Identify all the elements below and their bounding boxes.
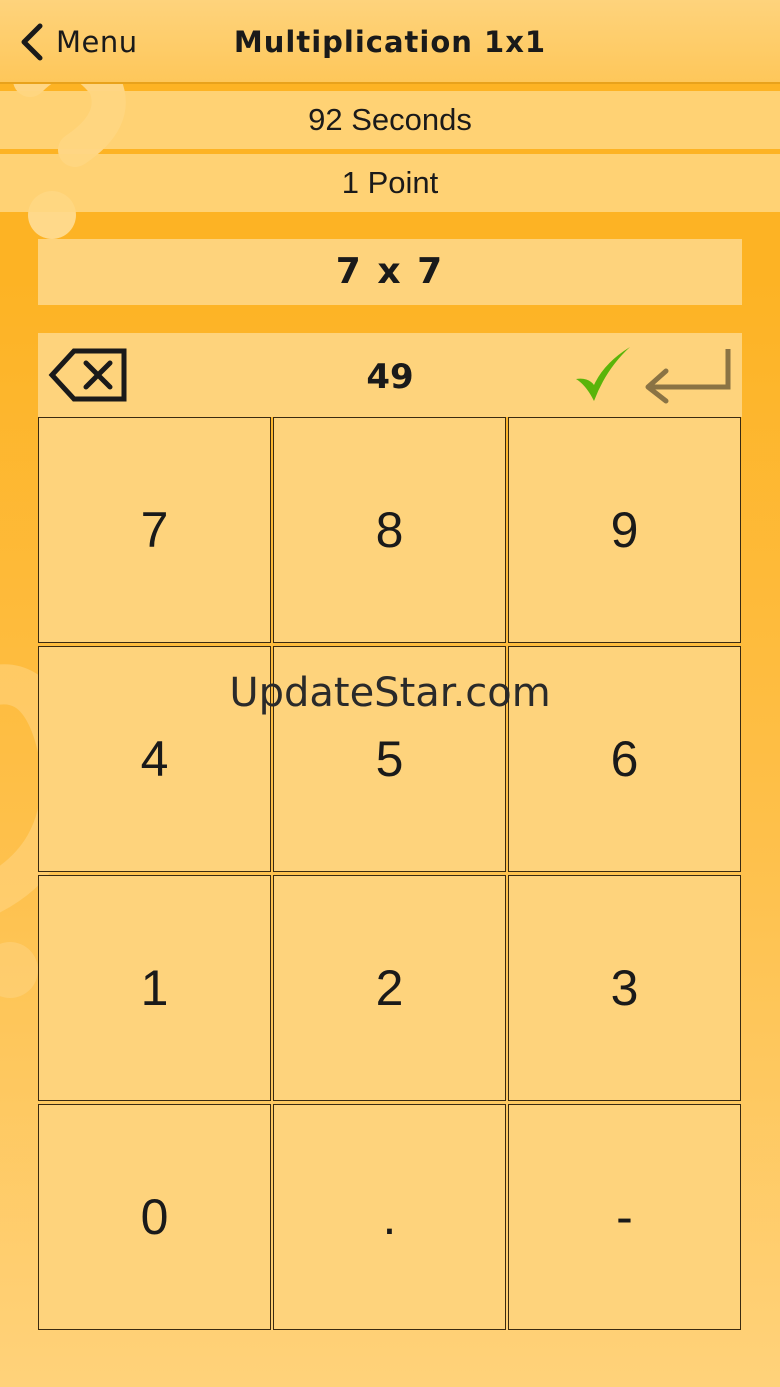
answer-bar: 49 [38, 333, 742, 417]
back-button-label: Menu [56, 25, 138, 59]
enter-return-icon[interactable] [638, 345, 734, 405]
key-7[interactable]: 7 [38, 417, 271, 643]
key-0[interactable]: 0 [38, 1104, 271, 1330]
key-9[interactable]: 9 [508, 417, 741, 643]
checkmark-icon [576, 347, 630, 401]
time-remaining: 92 Seconds [0, 91, 780, 149]
key-1[interactable]: 1 [38, 875, 271, 1101]
key-minus[interactable]: - [508, 1104, 741, 1330]
key-5[interactable]: 5 [273, 646, 506, 872]
key-2[interactable]: 2 [273, 875, 506, 1101]
key-8[interactable]: 8 [273, 417, 506, 643]
points-score: 1 Point [0, 154, 780, 212]
question-display: 7 x 7 [38, 239, 742, 305]
key-decimal[interactable]: . [273, 1104, 506, 1330]
answer-value: 49 [366, 357, 414, 397]
number-keypad: 7 8 9 4 5 6 1 2 3 0 . - [38, 417, 742, 1331]
key-3[interactable]: 3 [508, 875, 741, 1101]
key-4[interactable]: 4 [38, 646, 271, 872]
chevron-left-icon [21, 23, 43, 61]
key-6[interactable]: 6 [508, 646, 741, 872]
backspace-icon[interactable] [48, 345, 130, 405]
back-to-menu-button[interactable]: Menu [18, 20, 138, 64]
navigation-bar: Menu Multiplication 1x1 [0, 0, 780, 84]
